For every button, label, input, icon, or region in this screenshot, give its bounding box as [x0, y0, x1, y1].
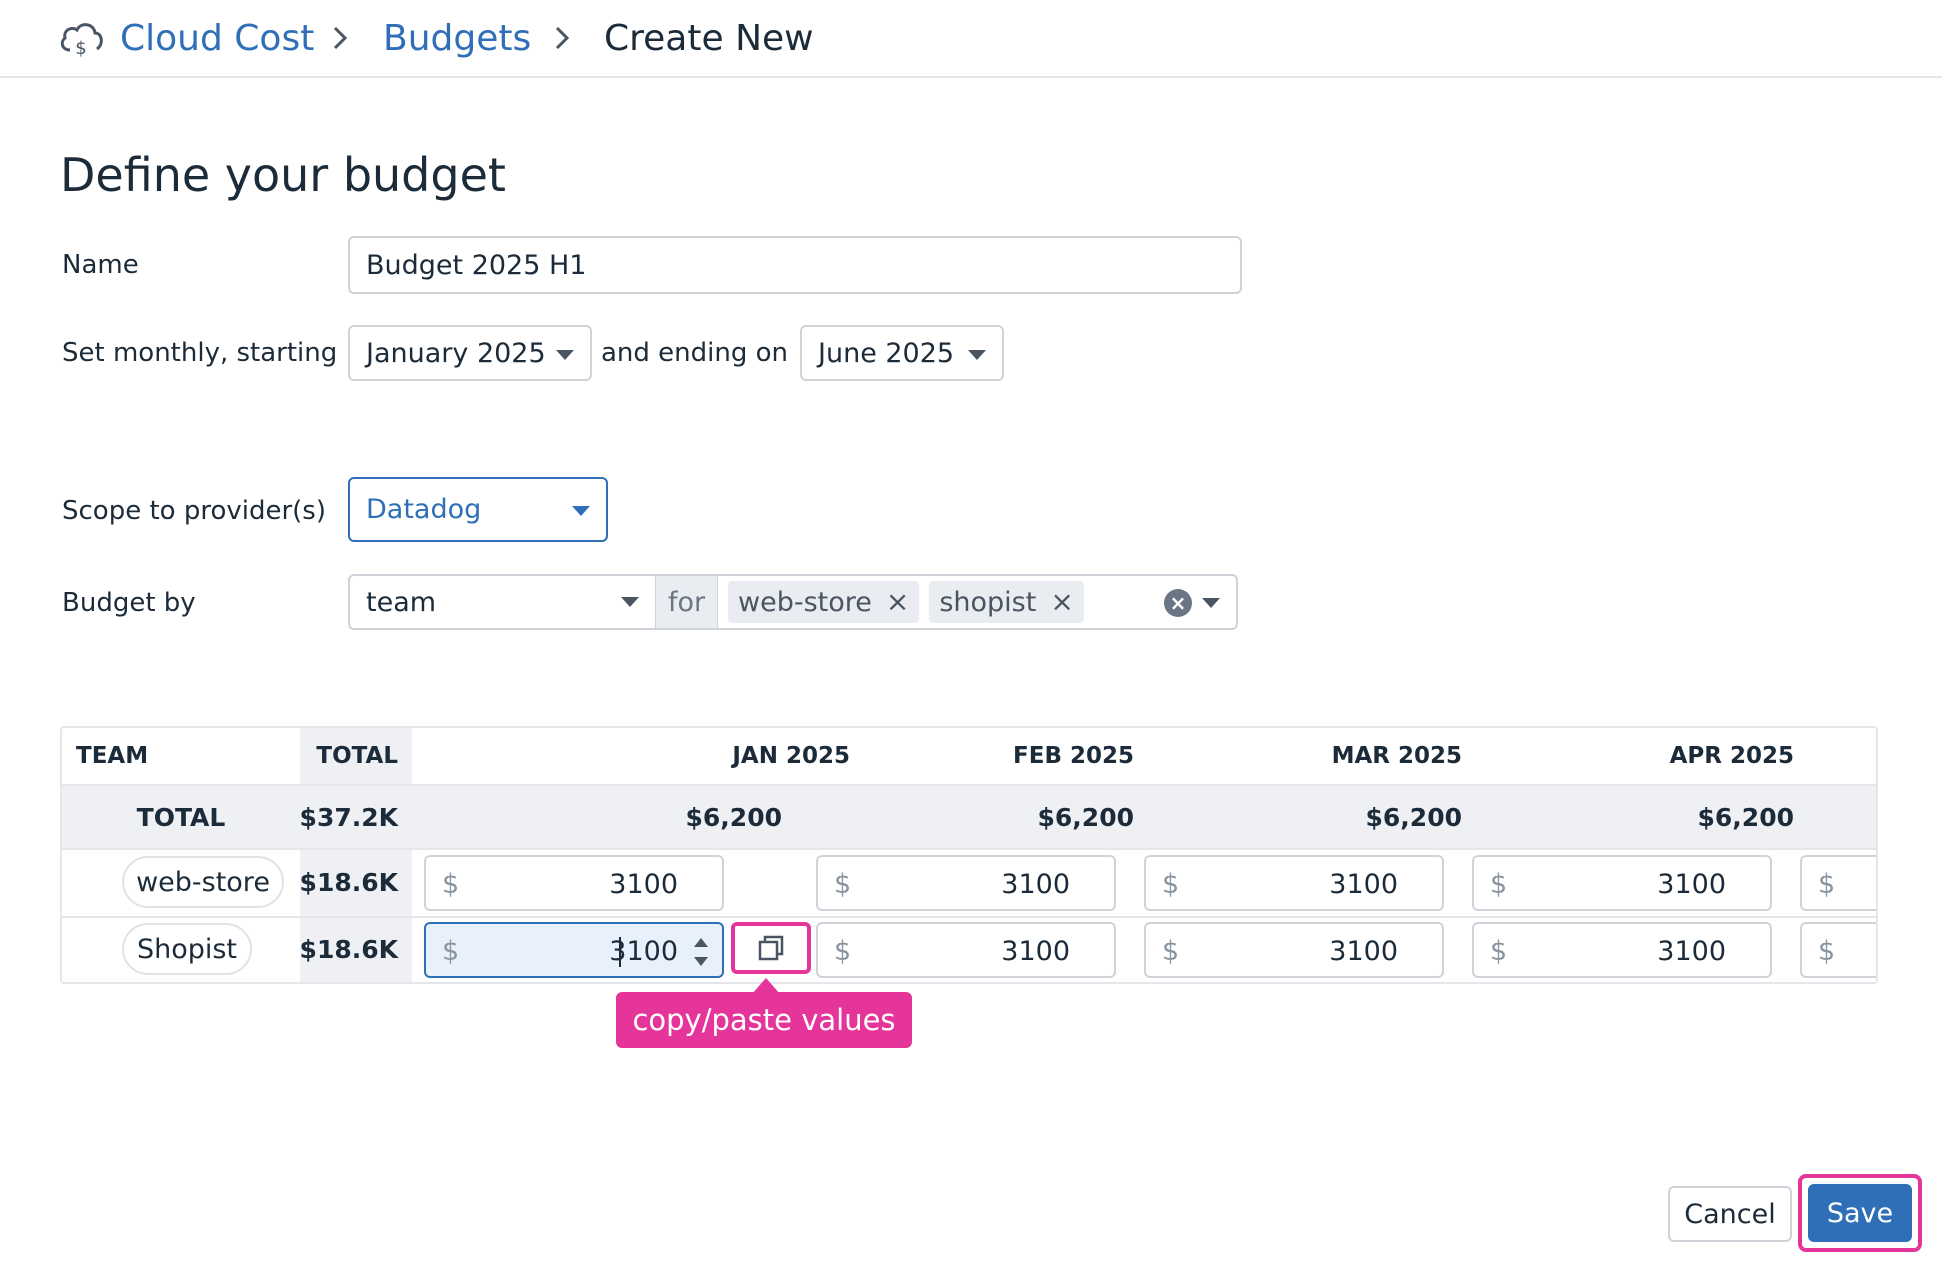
copy-paste-tooltip: copy/paste values [616, 992, 912, 1048]
currency-symbol: $ [1818, 869, 1836, 900]
clear-all-icon[interactable]: × [1164, 589, 1192, 617]
currency-symbol: $ [1162, 936, 1180, 967]
header-team: TEAM [76, 743, 149, 769]
cloud-dollar-icon: $ [60, 23, 103, 58]
budget-input-web-store-apr[interactable]: $ 3100 [1472, 855, 1772, 911]
header-mar: MAR 2025 [1331, 743, 1462, 769]
total-row-feb: $6,200 [1037, 802, 1134, 832]
header-jan: JAN 2025 [732, 743, 850, 769]
breadcrumb-bar: $ Cloud Cost Budgets Create New [0, 0, 1942, 78]
provider-value: Datadog [366, 494, 482, 525]
remove-tag-icon[interactable]: × [886, 588, 909, 616]
currency-symbol: $ [834, 869, 852, 900]
total-row: TOTAL $37.2K $6,200 $6,200 $6,200 $6,200 [62, 784, 1876, 850]
total-row-jan: $6,200 [685, 802, 782, 832]
tag-shopist: shopist × [929, 581, 1084, 623]
input-value: 3100 [1329, 869, 1398, 900]
currency-symbol: $ [1490, 936, 1508, 967]
copy-paste-button[interactable] [731, 922, 811, 974]
ending-label: and ending on [601, 338, 789, 368]
breadcrumb-create-new: Create New [604, 17, 814, 59]
tag-select[interactable]: web-store × shopist × × [718, 576, 1236, 628]
budget-input-web-store-mar[interactable]: $ 3100 [1144, 855, 1444, 911]
page-title: Define your budget [60, 148, 506, 202]
input-value: 3100 [609, 869, 678, 900]
save-button[interactable]: Save [1808, 1184, 1912, 1242]
budget-by-dimension-value: team [366, 586, 437, 618]
input-value: 3100 [1001, 869, 1070, 900]
provider-select[interactable]: Datadog [348, 477, 608, 542]
currency-symbol: $ [442, 869, 460, 900]
end-month-select[interactable]: June 2025 [800, 325, 1004, 381]
team-pill-shopist: Shopist [122, 923, 252, 975]
budget-by-dimension-select[interactable]: team [350, 576, 656, 628]
tag-label: web-store [738, 586, 872, 618]
copy-icon [758, 935, 784, 961]
tag-web-store: web-store × [728, 581, 920, 623]
for-label: for [656, 576, 718, 628]
total-row-mar: $6,200 [1365, 802, 1462, 832]
chevron-right-icon [555, 26, 570, 50]
start-month-select[interactable]: January 2025 [348, 325, 592, 381]
end-month-value: June 2025 [818, 337, 955, 369]
budget-input-shopist-mar[interactable]: $ 3100 [1144, 922, 1444, 978]
start-month-value: January 2025 [366, 337, 546, 369]
currency-symbol: $ [1490, 869, 1508, 900]
input-value: 3100 [609, 936, 678, 967]
budget-input-shopist-jan[interactable]: $ 3100 [424, 922, 724, 978]
chevron-down-icon [572, 506, 590, 516]
row-total-shopist: $18.6K [299, 934, 398, 964]
currency-symbol: $ [442, 936, 460, 967]
scope-label: Scope to provider(s) [62, 496, 326, 526]
budget-input-shopist-feb[interactable]: $ 3100 [816, 922, 1116, 978]
currency-symbol: $ [834, 936, 852, 967]
chevron-down-icon[interactable] [1202, 598, 1220, 608]
input-value: 3100 [1657, 936, 1726, 967]
tag-label: shopist [939, 586, 1037, 618]
cancel-button[interactable]: Cancel [1668, 1186, 1792, 1242]
header-total: TOTAL [316, 743, 398, 769]
chevron-right-icon [333, 26, 348, 50]
currency-symbol: $ [1162, 869, 1180, 900]
chevron-down-icon [968, 350, 986, 360]
row-total-web-store: $18.6K [299, 867, 398, 897]
budget-by-control: team for web-store × shopist × × [348, 574, 1238, 630]
input-value: 3100 [1329, 936, 1398, 967]
name-input-value: Budget 2025 H1 [366, 249, 587, 281]
total-row-total: $37.2K [299, 802, 398, 832]
input-value: 3100 [1657, 869, 1726, 900]
input-value: 3100 [1001, 936, 1070, 967]
budget-input-shopist-apr[interactable]: $ 3100 [1472, 922, 1772, 978]
currency-symbol: $ [1818, 936, 1836, 967]
team-pill-web-store: web-store [122, 856, 284, 908]
row-divider [62, 916, 1876, 918]
name-label: Name [62, 250, 139, 280]
budget-by-label: Budget by [62, 588, 196, 618]
stepper-icon[interactable] [694, 938, 708, 966]
header-apr: APR 2025 [1669, 743, 1794, 769]
budget-input-shopist-may[interactable]: $ [1800, 922, 1876, 978]
remove-tag-icon[interactable]: × [1050, 588, 1073, 616]
budget-input-web-store-feb[interactable]: $ 3100 [816, 855, 1116, 911]
chevron-down-icon [621, 597, 639, 607]
total-row-label: TOTAL [136, 802, 226, 832]
total-row-apr: $6,200 [1697, 802, 1794, 832]
monthly-label: Set monthly, starting [62, 338, 338, 368]
breadcrumb-cloud-cost[interactable]: Cloud Cost [120, 14, 314, 62]
budget-input-web-store-may[interactable]: $ [1800, 855, 1876, 911]
header-feb: FEB 2025 [1013, 743, 1134, 769]
chevron-down-icon [556, 350, 574, 360]
name-input[interactable]: Budget 2025 H1 [348, 236, 1242, 294]
budget-input-web-store-jan[interactable]: $ 3100 [424, 855, 724, 911]
breadcrumb-budgets[interactable]: Budgets [383, 14, 531, 62]
svg-text:$: $ [75, 38, 86, 58]
